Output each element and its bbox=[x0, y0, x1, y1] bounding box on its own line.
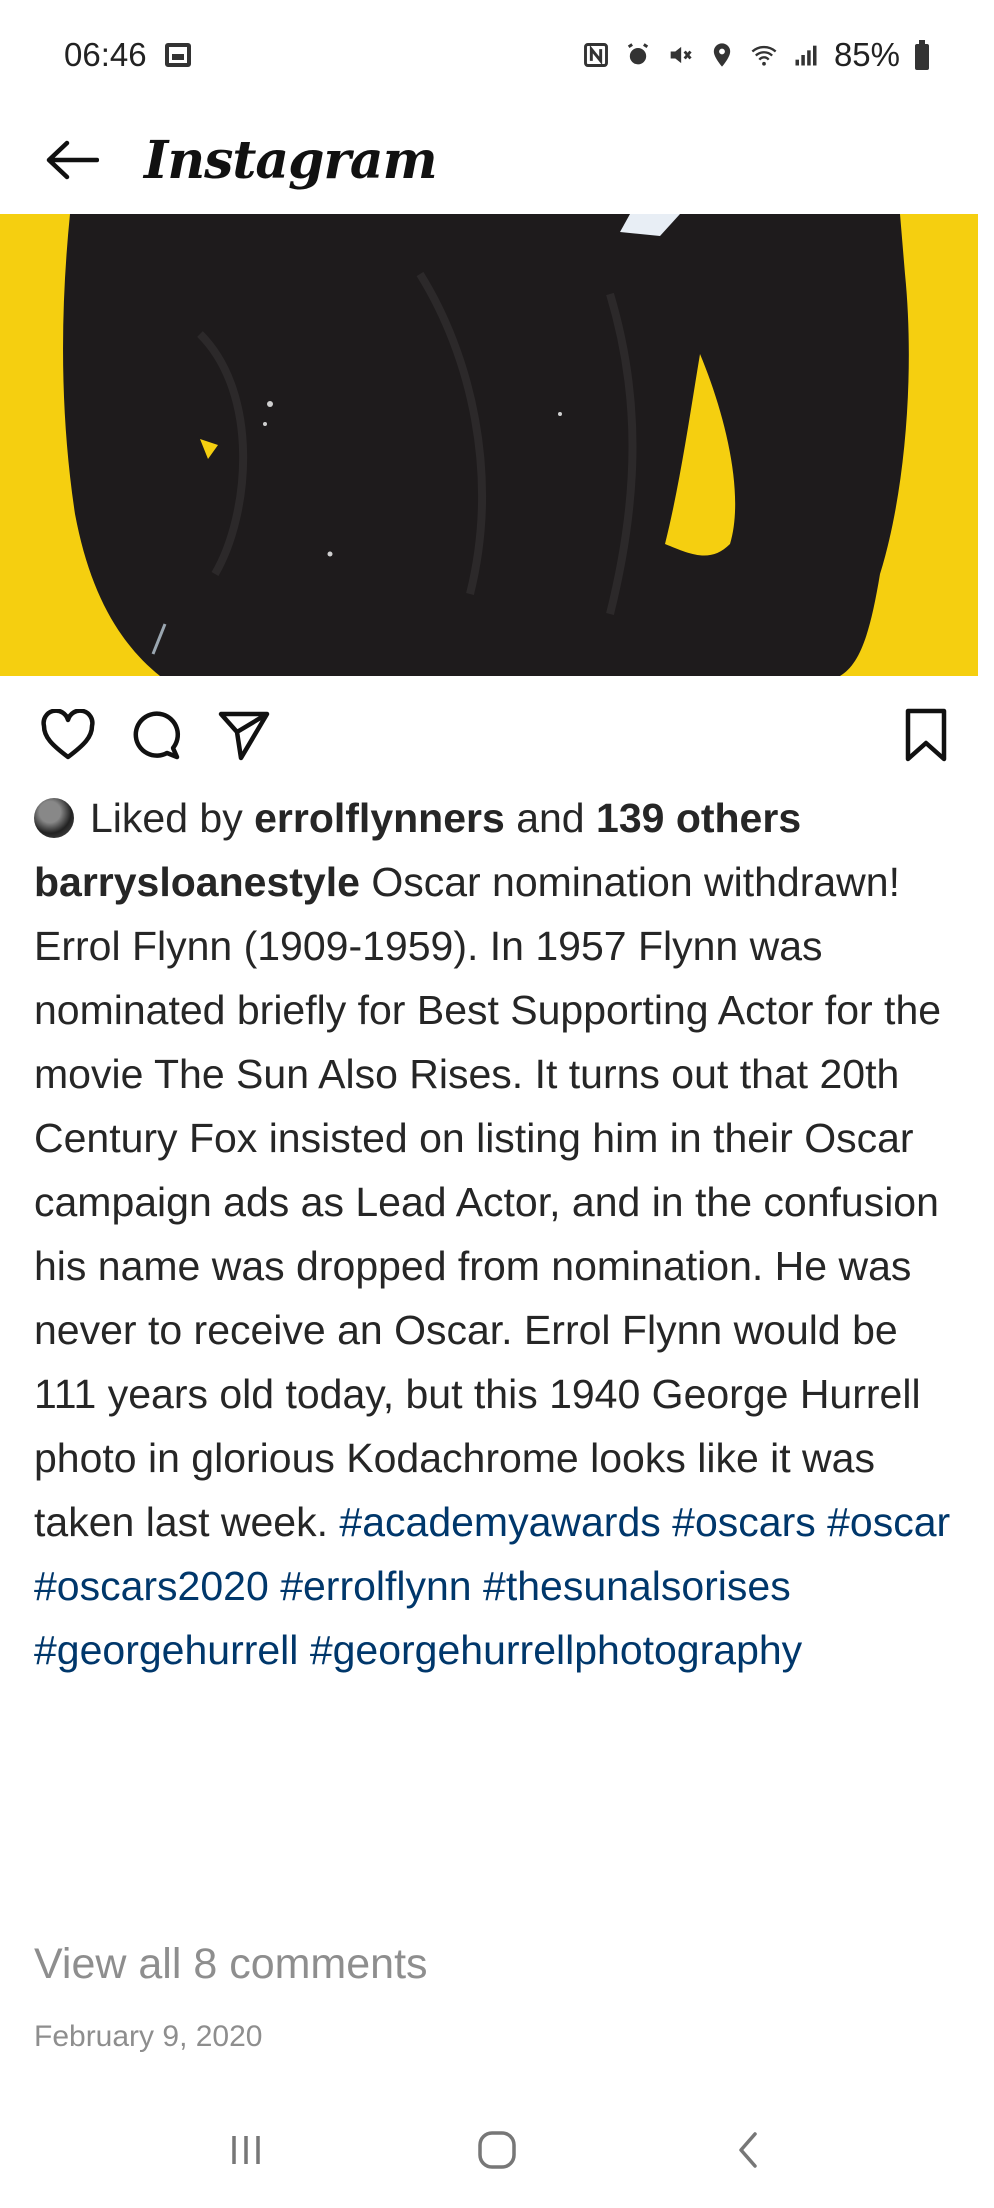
hashtag-link[interactable]: #academyawards bbox=[339, 1499, 660, 1545]
chevron-left-icon bbox=[739, 2132, 758, 2168]
likes-text[interactable]: Liked by errolflynners and 139 others bbox=[90, 786, 801, 850]
app-bar: Instagram bbox=[0, 110, 994, 210]
status-bar: 06:46 85% bbox=[0, 0, 994, 110]
bookmark-icon bbox=[905, 708, 947, 762]
hashtag-link[interactable]: #georgehurrellphotography bbox=[310, 1627, 802, 1673]
post-actions bbox=[0, 690, 994, 780]
post-photo[interactable] bbox=[0, 214, 994, 676]
app-title: Instagram bbox=[144, 129, 438, 191]
likes-line: Liked by errolflynners and 139 others bbox=[34, 786, 964, 850]
caption-block: Liked by errolflynners and 139 others ba… bbox=[34, 786, 964, 1682]
likes-middle: and bbox=[516, 795, 585, 841]
view-comments-link[interactable]: View all 8 comments bbox=[34, 1940, 428, 1989]
hashtag-link[interactable]: #georgehurrell bbox=[34, 1627, 298, 1673]
likes-prefix: Liked by bbox=[90, 795, 243, 841]
status-left: 06:46 bbox=[64, 36, 191, 74]
like-button[interactable] bbox=[36, 703, 100, 767]
author-username[interactable]: barrysloanestyle bbox=[34, 859, 360, 905]
comment-icon bbox=[133, 711, 181, 760]
comment-button[interactable] bbox=[124, 703, 188, 767]
save-button[interactable] bbox=[894, 703, 958, 767]
hashtag-link[interactable]: #oscars bbox=[672, 1499, 816, 1545]
home-button[interactable] bbox=[457, 2110, 537, 2190]
hashtag-link[interactable]: #oscar bbox=[827, 1499, 950, 1545]
back-arrow-icon bbox=[46, 140, 99, 180]
photo-illustration bbox=[0, 214, 994, 676]
signal-icon bbox=[795, 45, 817, 66]
post-caption: barrysloanestyle Oscar nomination withdr… bbox=[34, 850, 964, 1682]
hashtag-link[interactable]: #oscars2020 bbox=[34, 1563, 269, 1609]
heart-icon bbox=[41, 709, 95, 760]
screen: 06:46 85% Instagram Liked by errolflynne… bbox=[0, 0, 994, 2208]
recent-apps-button[interactable] bbox=[206, 2110, 286, 2190]
back-button[interactable] bbox=[40, 128, 104, 192]
share-button[interactable] bbox=[212, 703, 276, 767]
hashtag-link[interactable]: #thesunalsorises bbox=[483, 1563, 791, 1609]
home-icon bbox=[478, 2131, 516, 2169]
battery-icon bbox=[915, 40, 929, 70]
likes-others-count[interactable]: 139 others bbox=[596, 795, 801, 841]
hashtag-link[interactable]: #errolflynn bbox=[280, 1563, 471, 1609]
system-back-button[interactable] bbox=[708, 2110, 788, 2190]
status-right: 85% bbox=[582, 36, 930, 74]
status-time: 06:46 bbox=[64, 36, 147, 73]
system-nav-bar bbox=[0, 2100, 994, 2200]
nfc-icon bbox=[583, 43, 608, 67]
mute-icon bbox=[670, 46, 692, 64]
caption-body: Oscar nomination withdrawn! Errol Flynn … bbox=[34, 859, 942, 1545]
recent-apps-icon bbox=[231, 2136, 260, 2164]
liker-avatar[interactable] bbox=[34, 798, 74, 838]
liker-username[interactable]: errolflynners bbox=[254, 795, 505, 841]
alarm-icon bbox=[627, 43, 649, 65]
location-icon bbox=[713, 43, 731, 67]
paper-plane-icon bbox=[218, 711, 270, 761]
wifi-icon bbox=[751, 45, 777, 66]
gallery-notification-icon bbox=[164, 43, 191, 67]
post-date: February 9, 2020 bbox=[34, 2020, 263, 2053]
battery-percent: 85% bbox=[833, 36, 900, 73]
